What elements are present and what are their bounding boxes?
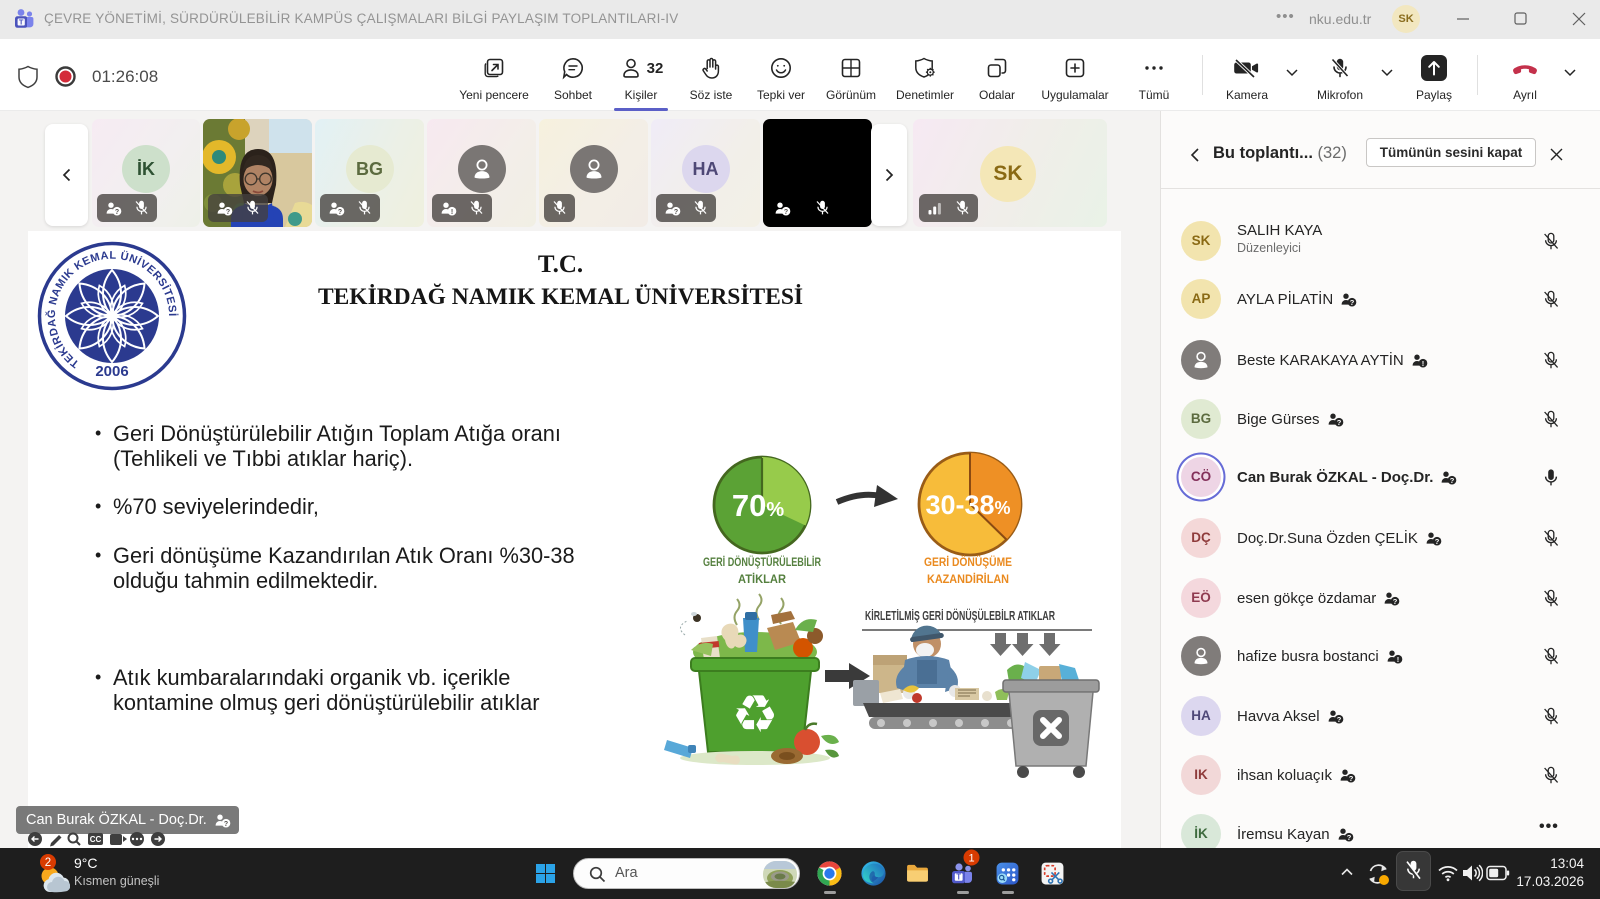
svg-text:?: ? bbox=[115, 208, 119, 215]
svg-text:GERİ DÖNÜŞÜME: GERİ DÖNÜŞÜME bbox=[924, 554, 1012, 569]
svg-text:?: ? bbox=[1435, 536, 1440, 545]
svg-text:?: ? bbox=[1349, 773, 1354, 782]
svg-text:?: ? bbox=[226, 208, 230, 215]
svg-text:CC: CC bbox=[90, 835, 102, 844]
svg-text:?: ? bbox=[1350, 297, 1355, 306]
svg-text:!: ! bbox=[1397, 654, 1400, 663]
svg-text:T: T bbox=[956, 873, 961, 882]
svg-text:!: ! bbox=[1422, 358, 1425, 367]
svg-text:2006: 2006 bbox=[95, 363, 128, 380]
svg-text:?: ? bbox=[1450, 475, 1455, 484]
svg-text:♻: ♻ bbox=[732, 686, 779, 744]
svg-text:1: 1 bbox=[968, 852, 974, 864]
svg-text:?: ? bbox=[224, 820, 228, 827]
svg-text:KİRLETİLMİŞ GERİ DÖNÜŞÜLEBİLR: KİRLETİLMİŞ GERİ DÖNÜŞÜLEBİLR ATIKLAR bbox=[865, 608, 1055, 623]
svg-text:KAZANDİRİLAN: KAZANDİRİLAN bbox=[927, 571, 1009, 586]
svg-text:?: ? bbox=[1336, 417, 1341, 426]
svg-text:?: ? bbox=[1336, 714, 1341, 723]
svg-text:T: T bbox=[19, 17, 24, 26]
svg-text:ATİKLAR: ATİKLAR bbox=[738, 571, 786, 586]
svg-text:?: ? bbox=[784, 208, 788, 215]
svg-text:?: ? bbox=[1393, 596, 1398, 605]
svg-text:2: 2 bbox=[45, 857, 51, 869]
svg-text:?: ? bbox=[1346, 832, 1351, 841]
svg-text:?: ? bbox=[338, 208, 342, 215]
svg-text:GERİ DÖNÜŞTÜRÜLEBİLİR: GERİ DÖNÜŞTÜRÜLEBİLİR bbox=[703, 554, 821, 569]
svg-text:!: ! bbox=[451, 208, 453, 215]
svg-text:?: ? bbox=[674, 208, 678, 215]
